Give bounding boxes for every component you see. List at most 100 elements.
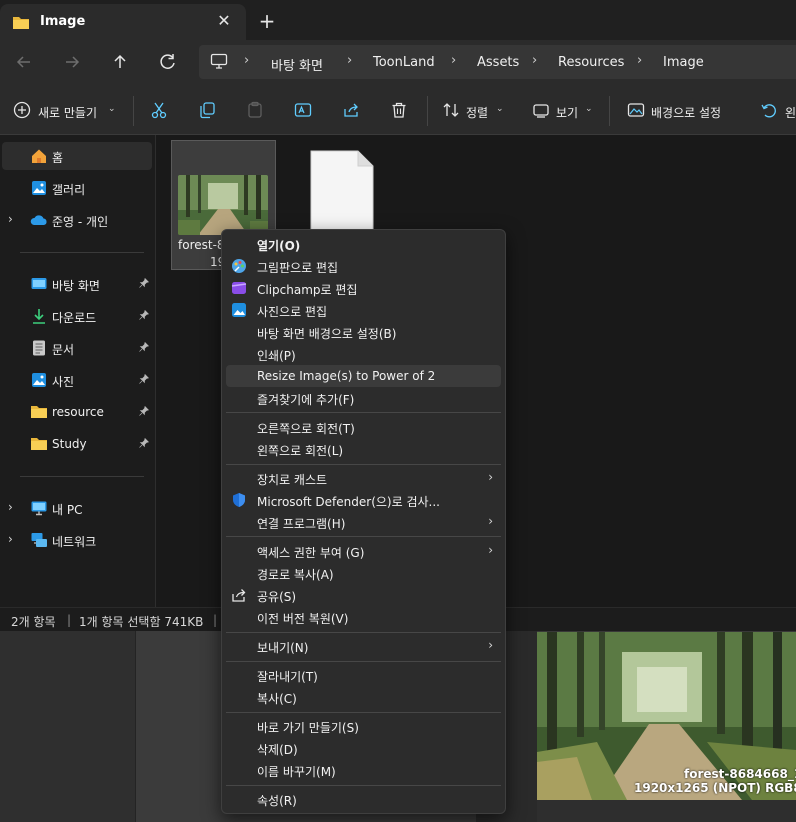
menu-item-delete[interactable]: 삭제(D) <box>226 737 501 759</box>
menu-item-open-with[interactable]: 연결 프로그램(H) › <box>226 511 501 533</box>
new-tab-button[interactable]: + <box>256 11 278 33</box>
breadcrumb-resources[interactable]: Resources <box>558 55 624 70</box>
menu-separator <box>226 785 501 786</box>
menu-item-rename[interactable]: 이름 바꾸기(M) <box>226 759 501 781</box>
up-button[interactable] <box>106 48 134 76</box>
menu-item-edit-photos[interactable]: 사진으로 편집 <box>226 299 501 321</box>
new-button[interactable]: 새로 만들기 <box>38 104 97 121</box>
menu-item-copy-path[interactable]: 경로로 복사(A) <box>226 562 501 584</box>
menu-item-label: 이름 바꾸기(M) <box>257 765 336 779</box>
menu-item-cut[interactable]: 잘라내기(T) <box>226 664 501 686</box>
menu-item-label: 공유(S) <box>257 590 297 604</box>
menu-item-rotate-right[interactable]: 오른쪽으로 회전(T) <box>226 416 501 438</box>
menu-item-edit-clipchamp[interactable]: Clipchamp로 편집 <box>226 277 501 299</box>
menu-item-cast[interactable]: 장치로 캐스트 › <box>226 467 501 489</box>
menu-item-set-desktop-background[interactable]: 바탕 화면 배경으로 설정(B) <box>226 321 501 343</box>
menu-item-rotate-left[interactable]: 왼쪽으로 회전(L) <box>226 438 501 460</box>
menu-item-label: 삭제(D) <box>257 743 298 757</box>
sidebar-item-this-pc[interactable]: › 내 PC <box>0 494 153 522</box>
menu-item-edit-paint[interactable]: 그림판으로 편집 <box>226 255 501 277</box>
delete-button[interactable] <box>390 101 408 119</box>
rotate-left-icon <box>760 101 778 119</box>
tab-title: Image <box>40 14 86 29</box>
menu-item-label: 오른쪽으로 회전(T) <box>257 422 355 436</box>
document-icon <box>30 339 48 357</box>
rename-button[interactable] <box>294 101 312 119</box>
menu-item-label: Microsoft Defender(으)로 검사... <box>257 495 440 509</box>
pin-icon <box>139 278 149 288</box>
status-divider: | <box>213 613 218 627</box>
file-name: forest-8 <box>178 238 225 252</box>
download-icon <box>30 307 48 325</box>
menu-item-open[interactable]: 열기(O) <box>226 233 501 255</box>
pin-icon <box>139 374 149 384</box>
pin-icon <box>139 406 149 416</box>
menu-item-defender-scan[interactable]: Microsoft Defender(으)로 검사... <box>226 489 501 511</box>
menu-item-label: 잘라내기(T) <box>257 670 318 684</box>
chevron-right-icon[interactable]: › <box>8 532 13 546</box>
share-button[interactable] <box>342 101 360 119</box>
sidebar-item-label: 다운로드 <box>52 311 97 325</box>
view-button[interactable]: 보기 <box>556 104 578 121</box>
sidebar-item-downloads[interactable]: 다운로드 <box>0 302 153 330</box>
refresh-button[interactable] <box>154 48 182 76</box>
menu-item-label: 바탕 화면 배경으로 설정(B) <box>257 327 397 341</box>
monitor-icon <box>210 53 228 69</box>
breadcrumb-assets[interactable]: Assets <box>477 55 519 70</box>
sidebar-item-desktop[interactable]: 바탕 화면 <box>0 270 153 298</box>
chevron-right-icon: › <box>488 543 493 557</box>
breadcrumb-desktop[interactable]: 바탕 화면 <box>271 55 323 74</box>
chevron-right-icon: › <box>488 514 493 528</box>
menu-item-send-to[interactable]: 보내기(N) › <box>226 635 501 657</box>
menu-item-properties[interactable]: 속성(R) <box>226 788 501 810</box>
menu-item-label: 액세스 권한 부여 (G) <box>257 546 365 560</box>
breadcrumb-separator: › <box>244 53 250 68</box>
forward-button[interactable] <box>58 48 86 76</box>
back-button[interactable] <box>10 48 38 76</box>
close-tab-icon[interactable]: ✕ <box>214 11 234 31</box>
menu-item-share[interactable]: 공유(S) <box>226 584 501 606</box>
chevron-down-icon: ⌄ <box>108 104 116 114</box>
tab-image[interactable]: Image ✕ <box>0 4 246 40</box>
sidebar-item-gallery[interactable]: 갤러리 <box>0 174 153 202</box>
rotate-left-button[interactable]: 왼 <box>785 104 796 121</box>
menu-item-label: 경로로 복사(A) <box>257 568 334 582</box>
breadcrumb-image[interactable]: Image <box>663 55 704 70</box>
chevron-right-icon[interactable]: › <box>8 500 13 514</box>
menu-item-copy[interactable]: 복사(C) <box>226 686 501 708</box>
menu-item-create-shortcut[interactable]: 바로 가기 만들기(S) <box>226 715 501 737</box>
copy-button[interactable] <box>198 101 216 119</box>
sidebar-item-pictures[interactable]: 사진 <box>0 366 153 394</box>
menu-item-resize-power-of-2[interactable]: Resize Image(s) to Power of 2 <box>226 365 501 387</box>
sidebar-item-study[interactable]: Study <box>0 430 153 458</box>
paste-button[interactable] <box>246 101 264 119</box>
chevron-right-icon[interactable]: › <box>8 212 13 226</box>
menu-item-restore-previous[interactable]: 이전 버전 복원(V) <box>226 606 501 628</box>
sidebar-item-onedrive[interactable]: › 준영 - 개인 <box>0 206 153 234</box>
menu-item-label: 즐겨찾기에 추가(F) <box>257 393 355 407</box>
sidebar-item-label: 내 PC <box>52 503 83 517</box>
photos-icon <box>231 302 247 318</box>
pin-icon <box>139 310 149 320</box>
folder-icon <box>12 14 30 30</box>
breadcrumb-toonland[interactable]: ToonLand <box>373 55 435 70</box>
menu-item-print[interactable]: 인쇄(P) <box>226 343 501 365</box>
sort-button[interactable]: 정렬 <box>466 104 488 121</box>
cut-button[interactable] <box>150 101 168 119</box>
clipchamp-icon <box>231 280 247 296</box>
sidebar-item-network[interactable]: › 네트워크 <box>0 526 153 554</box>
menu-item-add-favorites[interactable]: 즐겨찾기에 추가(F) <box>226 387 501 409</box>
menu-item-label: 연결 프로그램(H) <box>257 517 346 531</box>
menu-separator <box>226 536 501 537</box>
menu-item-label: 인쇄(P) <box>257 349 296 363</box>
sidebar-item-resource[interactable]: resource <box>0 398 153 426</box>
file-item[interactable] <box>310 150 374 232</box>
menu-item-give-access[interactable]: 액세스 권한 부여 (G) › <box>226 540 501 562</box>
sidebar-item-documents[interactable]: 문서 <box>0 334 153 362</box>
menu-item-label: 바로 가기 만들기(S) <box>257 721 359 735</box>
pin-icon <box>139 342 149 352</box>
set-background-button[interactable]: 배경으로 설정 <box>651 104 721 121</box>
sidebar-item-label: 문서 <box>52 343 75 357</box>
sidebar-item-label: Study <box>52 437 87 451</box>
sidebar-item-home[interactable]: 홈 <box>2 142 152 170</box>
